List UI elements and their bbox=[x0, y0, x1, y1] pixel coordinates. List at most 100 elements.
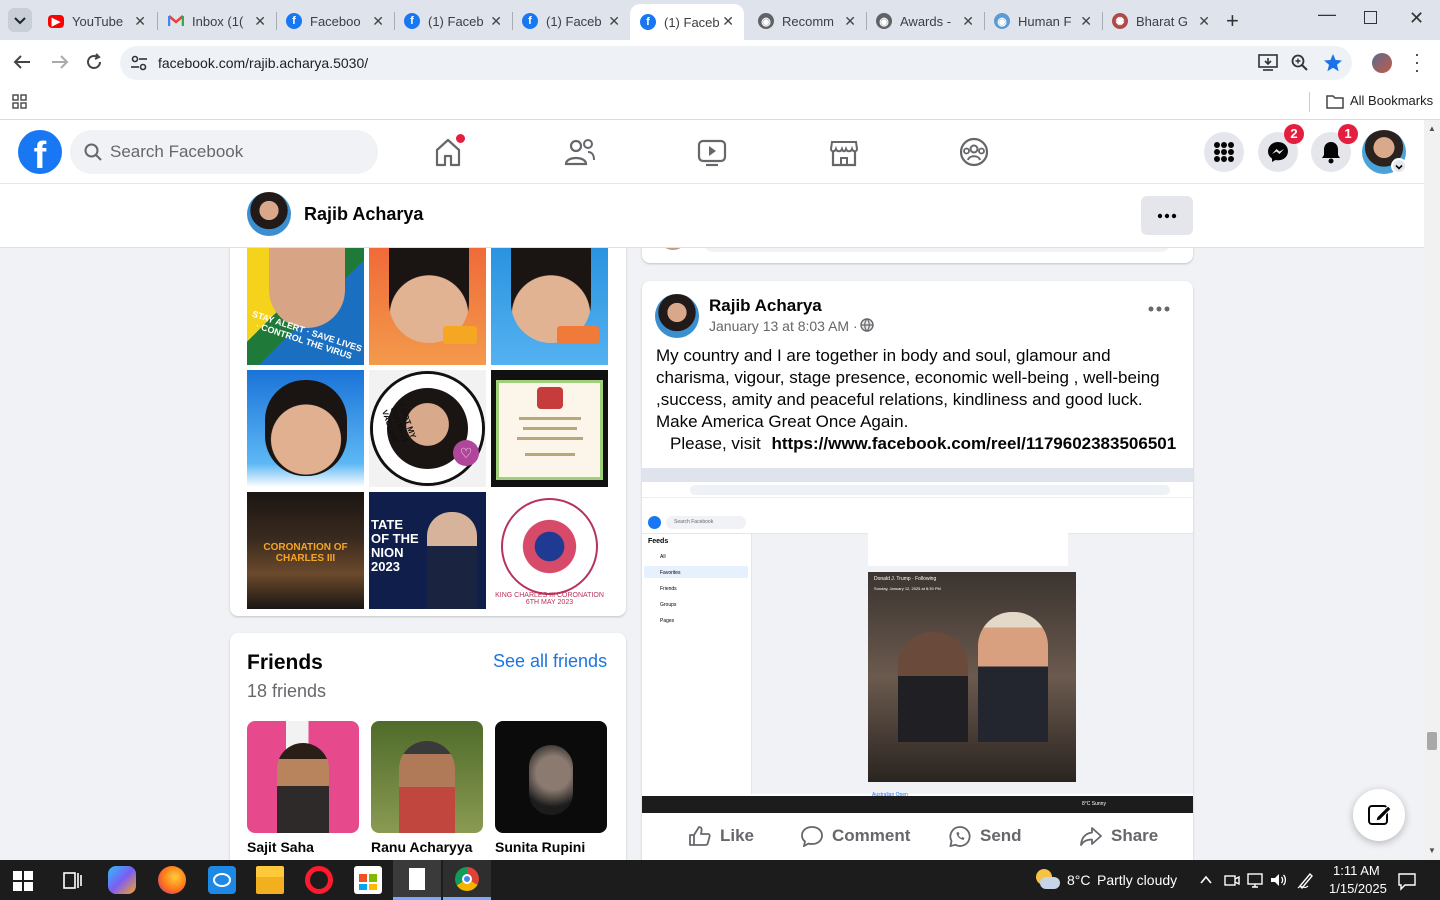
close-icon[interactable]: ✕ bbox=[722, 13, 734, 30]
new-tab-button[interactable]: + bbox=[1226, 8, 1239, 34]
photo-tile[interactable]: KING CHARLES III CORONATION 6TH MAY 2023 bbox=[491, 492, 608, 609]
install-app-icon[interactable] bbox=[1258, 54, 1278, 72]
see-all-friends-link[interactable]: See all friends bbox=[493, 651, 607, 672]
copilot-icon[interactable] bbox=[108, 866, 136, 894]
tab-facebook-active[interactable]: f (1) Faceb ✕ bbox=[630, 4, 744, 40]
all-bookmarks-link[interactable]: All Bookmarks bbox=[1350, 93, 1433, 108]
tab-bharat[interactable]: ✺ Bharat G ✕ bbox=[1102, 6, 1220, 36]
chevron-up-icon[interactable] bbox=[1199, 873, 1213, 887]
photo-tile[interactable]: STAY ALERT · SAVE LIVES · CONTROL THE VI… bbox=[247, 248, 364, 365]
tab-youtube[interactable]: ▶ YouTube ✕ bbox=[38, 6, 156, 36]
firefox-icon[interactable] bbox=[158, 866, 186, 894]
menu-button[interactable] bbox=[1204, 132, 1244, 172]
friend-name[interactable]: Ranu Acharyya bbox=[371, 839, 472, 855]
nav-groups[interactable] bbox=[954, 134, 994, 170]
maximize-button[interactable] bbox=[1364, 11, 1377, 24]
clock-date[interactable]: 1/15/2025 bbox=[1329, 881, 1387, 896]
site-settings-icon[interactable] bbox=[130, 55, 148, 71]
scrollbar-thumb[interactable] bbox=[1427, 732, 1437, 750]
tab-recommendations[interactable]: ◉ Recomm ✕ bbox=[748, 6, 866, 36]
nav-friends[interactable] bbox=[560, 134, 600, 170]
taskbar-app-active[interactable] bbox=[393, 860, 441, 900]
post-link[interactable]: https://www.facebook.com/reel/1179602383… bbox=[771, 434, 1176, 453]
friend-photo[interactable] bbox=[495, 721, 607, 833]
bookmark-star-icon[interactable] bbox=[1323, 53, 1343, 73]
apps-grid-icon[interactable] bbox=[12, 94, 28, 110]
photo-tile[interactable] bbox=[369, 248, 486, 365]
weather-icon[interactable] bbox=[1034, 867, 1060, 893]
app-icon[interactable] bbox=[208, 866, 236, 894]
notification-center-icon[interactable] bbox=[1397, 871, 1417, 891]
tab-facebook-1[interactable]: f Faceboo ✕ bbox=[276, 6, 394, 36]
window-close-button[interactable]: ✕ bbox=[1409, 8, 1424, 29]
nav-marketplace[interactable] bbox=[824, 134, 864, 170]
profile-avatar[interactable] bbox=[247, 192, 291, 236]
pen-icon[interactable] bbox=[1296, 870, 1316, 890]
back-arrow-icon[interactable] bbox=[12, 53, 32, 71]
weather-temp[interactable]: 8°C bbox=[1067, 872, 1091, 888]
address-bar[interactable]: facebook.com/rajib.acharya.5030/ bbox=[120, 46, 1352, 80]
clock-time[interactable]: 1:11 AM bbox=[1333, 863, 1380, 878]
close-icon[interactable]: ✕ bbox=[254, 13, 266, 30]
more-dots-icon[interactable] bbox=[1147, 305, 1171, 313]
photo-tile[interactable]: I GOT MY COVID-19 VACCINE ♡ bbox=[369, 370, 486, 487]
tab-facebook-2[interactable]: f (1) Faceb ✕ bbox=[394, 6, 512, 36]
profile-name[interactable]: Rajib Acharya bbox=[304, 204, 423, 225]
friend-name[interactable]: Sajit Saha bbox=[247, 839, 314, 855]
comment-button[interactable]: Comment bbox=[800, 825, 910, 847]
photo-tile[interactable] bbox=[491, 370, 608, 487]
send-button[interactable]: Send bbox=[948, 825, 1022, 847]
close-icon[interactable]: ✕ bbox=[134, 13, 146, 30]
new-message-button[interactable] bbox=[1353, 789, 1405, 841]
profile-more-button[interactable] bbox=[1141, 196, 1193, 235]
photo-tile[interactable]: TATE OF THE NION 2023 bbox=[369, 492, 486, 609]
post-image[interactable]: Search Facebook Feeds All Favorites Frie… bbox=[642, 468, 1193, 813]
file-explorer-icon[interactable] bbox=[256, 866, 284, 894]
friend-photo[interactable] bbox=[371, 721, 483, 833]
scroll-up-arrow[interactable]: ▲ bbox=[1428, 124, 1436, 133]
nav-home[interactable] bbox=[428, 134, 468, 170]
close-icon[interactable]: ✕ bbox=[608, 13, 620, 30]
post-author[interactable]: Rajib Acharya bbox=[709, 296, 822, 316]
friend-name[interactable]: Sunita Rupini bbox=[495, 839, 585, 855]
tab-facebook-3[interactable]: f (1) Faceb ✕ bbox=[512, 6, 630, 36]
store-icon[interactable] bbox=[354, 866, 382, 894]
facebook-logo[interactable]: f bbox=[18, 130, 62, 174]
windows-start-icon[interactable] bbox=[13, 871, 33, 891]
scroll-down-arrow[interactable]: ▼ bbox=[1428, 846, 1436, 855]
network-icon[interactable] bbox=[1246, 871, 1264, 889]
close-icon[interactable]: ✕ bbox=[962, 13, 974, 30]
account-chevron[interactable] bbox=[1391, 158, 1407, 174]
page-scrollbar[interactable]: ▲ ▼ bbox=[1424, 120, 1440, 860]
photo-tile[interactable] bbox=[247, 370, 364, 487]
taskbar-chrome[interactable] bbox=[443, 860, 491, 900]
minimize-button[interactable]: — bbox=[1318, 4, 1336, 25]
tab-gmail[interactable]: Inbox (1( ✕ bbox=[158, 6, 276, 36]
friend-photo[interactable] bbox=[247, 721, 359, 833]
tab-search-button[interactable] bbox=[8, 8, 32, 32]
post-author-avatar[interactable] bbox=[655, 294, 699, 338]
tab-awards[interactable]: ◉ Awards - ✕ bbox=[866, 6, 984, 36]
tab-human[interactable]: ◉ Human F ✕ bbox=[984, 6, 1102, 36]
forward-arrow-icon[interactable] bbox=[50, 53, 70, 71]
chrome-menu-icon[interactable]: · · · bbox=[1414, 45, 1420, 79]
volume-icon[interactable] bbox=[1269, 871, 1287, 889]
opera-icon[interactable] bbox=[305, 866, 333, 894]
photo-tile[interactable]: CORONATION OF CHARLES III bbox=[247, 492, 364, 609]
close-icon[interactable]: ✕ bbox=[1080, 13, 1092, 30]
like-button[interactable]: Like bbox=[688, 825, 754, 847]
friends-title[interactable]: Friends bbox=[247, 651, 323, 675]
share-button[interactable]: Share bbox=[1079, 825, 1158, 847]
post-timestamp[interactable]: January 13 at 8:03 AM bbox=[709, 318, 849, 334]
search-input[interactable]: Search Facebook bbox=[70, 130, 378, 174]
close-icon[interactable]: ✕ bbox=[372, 13, 384, 30]
close-icon[interactable]: ✕ bbox=[490, 13, 502, 30]
close-icon[interactable]: ✕ bbox=[1198, 13, 1210, 30]
zoom-icon[interactable] bbox=[1291, 54, 1309, 72]
task-view-icon[interactable] bbox=[58, 866, 86, 894]
comment-input[interactable] bbox=[702, 248, 1172, 252]
reload-icon[interactable] bbox=[84, 52, 104, 72]
close-icon[interactable]: ✕ bbox=[844, 13, 856, 30]
chrome-profile-avatar[interactable] bbox=[1372, 53, 1392, 73]
nav-video[interactable] bbox=[692, 134, 732, 170]
